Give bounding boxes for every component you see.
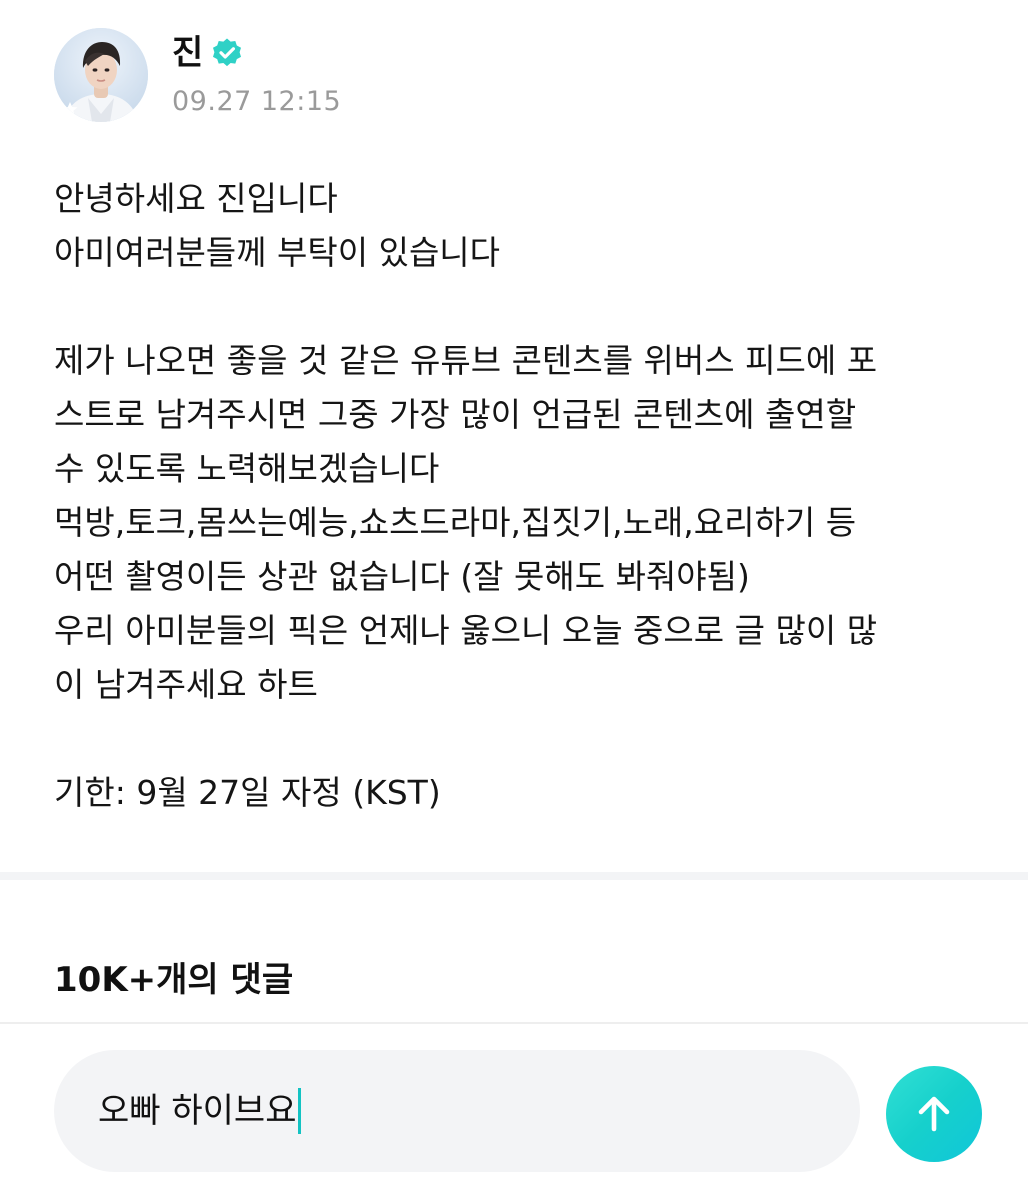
post-body: 안녕하세요 진입니다아미여러분들께 부탁이 있습니다제가 나오면 좋을 것 같은…: [54, 172, 974, 820]
post-header: 진 09.27 12:15: [54, 27, 341, 123]
comments-count-header: 10K+개의 댓글: [54, 960, 294, 1000]
avatar-image: [54, 28, 148, 122]
author-name[interactable]: 진: [172, 31, 203, 75]
section-divider: [0, 872, 1028, 880]
author-block: 진 09.27 12:15: [172, 31, 341, 119]
post-body-line: 스트로 남겨주시면 그중 가장 많이 언급된 콘텐츠에 출연할: [54, 395, 857, 434]
post-body-line: 어떤 촬영이든 상관 없습니다 (잘 못해도 봐줘야됨): [54, 557, 750, 596]
post-body-line: 제가 나오면 좋을 것 같은 유튜브 콘텐츠를 위버스 피드에 포: [54, 341, 878, 380]
send-button[interactable]: [886, 1066, 982, 1162]
comment-input-field[interactable]: 오빠 하이브요: [54, 1050, 860, 1172]
avatar[interactable]: [54, 28, 148, 122]
author-row: 진: [172, 31, 341, 75]
post-timestamp: 09.27 12:15: [172, 86, 342, 117]
arrow-up-icon: [918, 1096, 950, 1132]
post-body-line: 안녕하세요 진입니다: [54, 179, 338, 218]
verified-badge-icon: [211, 37, 243, 69]
comment-input[interactable]: 오빠 하이브요: [98, 1088, 301, 1134]
post-body-line: 이 남겨주세요 하트: [54, 665, 318, 704]
post-detail-page: 진 09.27 12:15 안녕하세요 진입니다아미여러분들께 부탁이 있습니다…: [0, 0, 1028, 1200]
post-body-spacer: [54, 712, 974, 766]
comment-divider: [0, 1022, 1028, 1024]
post-body-spacer: [54, 280, 974, 334]
post-body-line: 아미여러분들께 부탁이 있습니다: [54, 233, 501, 272]
post-body-line: 우리 아미분들의 픽은 언제나 옳으니 오늘 중으로 글 많이 많: [54, 611, 878, 650]
post-body-line: 수 있도록 노력해보겠습니다: [54, 449, 440, 488]
post-body-line: 기한: 9월 27일 자정 (KST): [54, 773, 441, 812]
text-caret: [297, 1088, 301, 1134]
post-body-line: 먹방,토크,몸쓰는예능,쇼츠드라마,집짓기,노래,요리하기 등: [54, 503, 857, 542]
comment-input-value: 오빠 하이브요: [98, 1091, 297, 1131]
